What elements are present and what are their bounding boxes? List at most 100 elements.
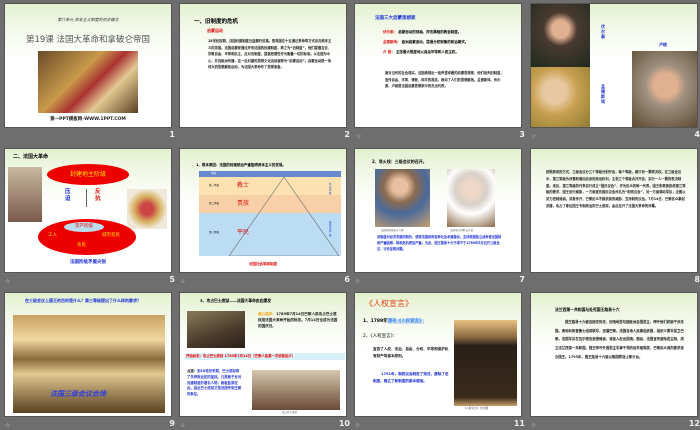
slide-heading: 二、法国大革命 <box>13 154 49 160</box>
transition-icon[interactable]: ☆ <box>5 278 10 285</box>
slide-number: 5 <box>169 275 175 284</box>
slide-paragraph: 18世纪前期，法国封建制度日益腐朽没落。而英国在十五通过革命等方式走向资本主义的… <box>208 39 332 70</box>
revolution-figure-image <box>8 167 42 222</box>
resist-label: 反抗 <box>95 189 101 202</box>
note-text: 到18世纪末期，巴士底狱成了关押政治犯的监狱。凡是敢于反对封建制度的著名人物，都… <box>187 369 242 397</box>
slide-thumbnail-12[interactable]: 法兰西第一共和国与处死国王路易十六 国王路易十六被迫接受宪法，但暗地里勾结欧洲各… <box>530 292 698 417</box>
slide-heading: 3、攻占巴士底狱——法国大革命由此爆发 <box>200 298 271 303</box>
thinker-desc: 启蒙运动的领袖，抨击黑暗的教会制度。 <box>398 30 462 34</box>
voltaire-portrait <box>531 4 590 67</box>
burden-cartoon-image <box>127 189 167 229</box>
transition-icon[interactable]: ☆ <box>356 133 361 140</box>
slide-heading: 2、导火线：三级会议的召开。 <box>372 159 427 164</box>
slide-paragraph: 按照原来的方式，三级会议分三个等级分别开会，每个等级，都只有一票表决权。在三级会… <box>546 170 686 208</box>
slide-paragraph: 面对当时的社会现实，法国涌现出一批声望卓著的启蒙思想家，他们批判旧制度，宣传自由… <box>385 71 504 89</box>
transition-icon[interactable]: ☆ <box>5 422 10 429</box>
slide-thumbnail-3[interactable]: 法国三大启蒙思想家 伏尔泰： 启蒙运动的领袖，抨击黑暗的教会制度。 孟德斯鸠： … <box>354 3 522 128</box>
slide-paragraph: 旧制度对经济发展的制约，使得法国政府各种社会矛盾激化。支持美国独立战争使法国财政… <box>377 235 502 252</box>
note-label: 点拨： <box>187 369 198 373</box>
slide-number: 4 <box>694 130 700 139</box>
estate-level: 第三等级 <box>209 231 220 234</box>
painting-caption: 法国三级会议会场 <box>50 390 106 398</box>
slide-number: 2 <box>344 130 350 139</box>
pyramid-diagram <box>229 177 339 256</box>
portrait-label: 孟德斯鸠 <box>601 84 605 104</box>
slide-subheading: 启蒙运动 <box>207 28 223 33</box>
transition-icon[interactable]: ☆ <box>355 422 360 429</box>
bourgeoisie-label: 资产阶级 <box>64 222 104 232</box>
slide-thumbnail-2[interactable]: 一、旧制度的危机 启蒙运动 18世纪前期，法国封建制度日益腐朽没落。而英国在十五… <box>179 3 347 128</box>
side-label: 特权等级 <box>329 183 332 196</box>
slide-heading: 法兰西第一共和国与处死国王路易十六 <box>555 307 620 312</box>
slide-thumbnail-1[interactable]: 第六单元 资本主义制度的初步确立 第19课 法国大革命和拿破仑帝国 第一PPT模… <box>4 3 172 128</box>
slide-thumbnail-6[interactable]: 1、根本原因：法国的封建统治严重阻碍资本主义的发展。 等级 第一等级 教士 第二等… <box>179 148 347 273</box>
feudal-class-ellipse: 封建地主阶级 <box>47 164 129 185</box>
slide-caption: 法国社会等级制度 <box>249 262 277 266</box>
slide-heading: 1、根本原因：法国的封建统治严重阻碍资本主义的发展。 <box>196 163 286 167</box>
slide-paragraph: 国王路易十六被迫接受宪法，但暗地里勾结欧洲各国君主，呼吁他们武装干涉法国。奥地利… <box>555 320 684 359</box>
thinker-name: 伏尔泰： <box>383 30 397 34</box>
transition-icon[interactable]: ☆ <box>180 422 185 429</box>
coronation-painting <box>38 51 138 113</box>
lesson-title: 第19课 法国大革命和拿破仑帝国 <box>25 35 151 45</box>
unit-subtitle: 第六单元 资本主义制度的初步确立 <box>57 17 119 22</box>
urban-poor-label: 城市贫民 <box>102 233 120 238</box>
declaration-image <box>454 320 517 406</box>
slide-caption: 法国阶级矛盾尖锐 <box>70 260 106 265</box>
start-sign-text: 开始标志：攻占巴士底狱 1789年7月14日（巴黎人民第一次武装起义） <box>185 353 345 361</box>
slide-number: 1 <box>169 130 175 139</box>
portrait-label: 伏尔泰 <box>601 24 605 39</box>
slide-thumbnail-4[interactable]: 伏尔泰 卢梭 孟德斯鸠 <box>530 3 698 128</box>
slide-paragraph-blue: 1791年，制宪议会制定了宪法，废除了旧制度，确立了新制度的基本框架。 <box>373 372 449 384</box>
portrait-caption: 法国国王路易十六像 <box>381 229 404 232</box>
slide-question: 在三级会议上国王的目的是什么？第三等级提出了什么样的要求？ <box>25 298 141 303</box>
thinker-name: 卢 梭： <box>383 49 395 54</box>
slide-heading: 一、旧制度的危机 <box>194 19 239 25</box>
slide-number: 6 <box>344 275 350 284</box>
slide-number: 11 <box>513 419 525 428</box>
footer-text: 第一PPT模板网-WWW.1PPT.COM <box>50 117 126 122</box>
slide-number: 8 <box>694 275 700 284</box>
slide-number: 12 <box>688 419 700 428</box>
slide-thumbnail-8[interactable]: 按照原来的方式，三级会议分三个等级分别开会，每个等级，都只有一票表决权。在三级会… <box>530 148 698 273</box>
slide-thumbnail-9[interactable]: 在三级会议上国王的目的是什么？第三等级提出了什么样的要求？ 法国三级会议会场 <box>4 292 172 417</box>
peasants-label: 农民 <box>77 243 86 248</box>
image-caption: 《人权宣言》全文图 <box>463 406 489 410</box>
slide-heading: 法国三大启蒙思想家 <box>375 16 416 21</box>
transition-icon[interactable]: ☆ <box>531 422 536 429</box>
slide-number: 7 <box>519 275 525 284</box>
item-1-text: 1、1789年 <box>363 319 388 324</box>
thinker-name: 孟德斯鸠： <box>383 39 401 44</box>
transition-icon[interactable]: ☆ <box>355 278 360 285</box>
bastille-image <box>187 311 245 348</box>
portrait-label: 卢梭 <box>659 42 667 47</box>
marie-antoinette-portrait <box>447 169 495 227</box>
slide-number: 10 <box>338 419 350 428</box>
slide-heading: 《人权宣言》 <box>365 299 413 308</box>
slide-number: 9 <box>169 419 175 428</box>
slide-thumbnail-11[interactable]: 《人权宣言》 1、1789年颁布《人权宣言》 2、《人权宣言》： 宣告了人权、法… <box>354 292 522 417</box>
estate-level: 第二等级 <box>209 202 220 205</box>
thinker-desc: 欧洲启蒙运动，提倡分权制衡的政治模式。 <box>401 39 469 44</box>
item-2-text: 2、《人权宣言》： <box>363 334 398 339</box>
slide-number: 3 <box>519 130 525 139</box>
portrait-caption: 法国王后玛丽·安东尼 <box>450 229 474 232</box>
slide-paragraph: 宣告了人权、法治、自由、分权、平等和保护私有财产等基本原则。 <box>373 347 449 359</box>
hint-label: 核心提示： <box>258 312 276 316</box>
slide-thumbnail-7[interactable]: 2、导火线：三级会议的召开。 法国国王路易十六像 法国王后玛丽·安东尼 旧制度对… <box>354 148 522 273</box>
item-1-highlight: 颁布《人权宣言》 <box>387 319 424 324</box>
transition-icon[interactable]: ☆ <box>180 278 185 285</box>
thinker-desc: 主张最大限度地以自由平等和人民主权。 <box>395 49 459 54</box>
oppress-label: 压迫 <box>65 189 71 202</box>
rousseau-portrait <box>632 51 697 127</box>
slide-thumbnail-10[interactable]: 3、攻占巴士底狱——法国大革命由此爆发 核心提示：1789年7月14日巴黎人民攻… <box>179 292 347 417</box>
workers-label: 工人 <box>48 233 57 238</box>
image-caption: 攻占巴士底狱 <box>282 411 298 414</box>
side-label: 被统治等级 <box>329 221 332 237</box>
slide-thumbnail-5[interactable]: 二、法国大革命 封建地主阶级 压迫 反抗 资产阶级 工人 城市贫民 农民 法国阶… <box>4 148 172 273</box>
montesquieu-portrait <box>531 67 590 127</box>
estate-level: 第一等级 <box>209 184 220 187</box>
storming-bastille-image <box>252 370 340 410</box>
transition-icon[interactable]: ☆ <box>531 133 536 140</box>
louis-xvi-portrait <box>375 169 430 227</box>
